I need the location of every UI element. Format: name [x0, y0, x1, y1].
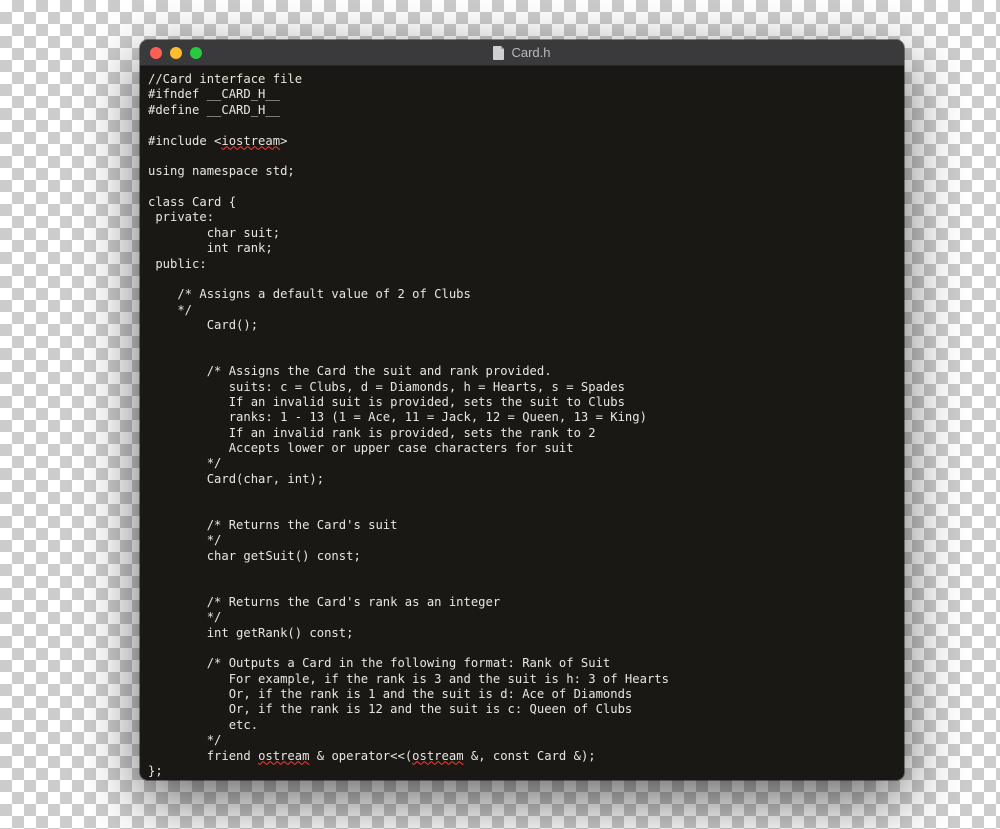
code-line: char getSuit() const;: [148, 549, 361, 563]
code-line: /* Returns the Card's rank as an integer: [148, 595, 500, 609]
code-line: using namespace std;: [148, 164, 295, 178]
zoom-button[interactable]: [190, 47, 202, 59]
code-line: If an invalid rank is provided, sets the…: [148, 426, 596, 440]
code-line: */: [148, 533, 221, 547]
code-line: Accepts lower or upper case characters f…: [148, 441, 574, 455]
code-line: */: [148, 610, 221, 624]
code-line: For example, if the rank is 3 and the su…: [148, 672, 669, 686]
code-line: char suit;: [148, 226, 280, 240]
window-title-wrap: Card.h: [140, 45, 904, 60]
code-line: etc.: [148, 718, 258, 732]
code-line: */: [148, 456, 221, 470]
code-line: Or, if the rank is 12 and the suit is c:…: [148, 702, 632, 716]
code-line: */: [148, 733, 221, 747]
code-line: suits: c = Clubs, d = Diamonds, h = Hear…: [148, 380, 625, 394]
titlebar[interactable]: Card.h: [140, 40, 904, 66]
code-line: friend ostream & operator<<(ostream &, c…: [148, 749, 596, 763]
code-line: #ifndef __CARD_H__: [148, 87, 280, 101]
code-line: Card(char, int);: [148, 472, 324, 486]
code-line: /* Assigns a default value of 2 of Clubs: [148, 287, 471, 301]
file-icon: [493, 46, 505, 60]
close-button[interactable]: [150, 47, 162, 59]
code-line: private:: [148, 210, 214, 224]
code-line: /* Returns the Card's suit: [148, 518, 397, 532]
code-line: Card();: [148, 318, 258, 332]
code-line: #include <iostream>: [148, 134, 287, 148]
code-line: /* Outputs a Card in the following forma…: [148, 656, 610, 670]
code-line: //Card interface file: [148, 72, 302, 86]
editor-window: Card.h //Card interface file #ifndef __C…: [140, 40, 904, 780]
code-line: class Card {: [148, 195, 236, 209]
code-line: int getRank() const;: [148, 626, 353, 640]
text-editor[interactable]: //Card interface file #ifndef __CARD_H__…: [140, 66, 904, 780]
code-line: ranks: 1 - 13 (1 = Ace, 11 = Jack, 12 = …: [148, 410, 647, 424]
minimize-button[interactable]: [170, 47, 182, 59]
code-line: Or, if the rank is 1 and the suit is d: …: [148, 687, 632, 701]
code-line: */: [148, 303, 192, 317]
code-line: };: [148, 764, 163, 778]
code-line: int rank;: [148, 241, 273, 255]
code-line: #define __CARD_H__: [148, 103, 280, 117]
code-line: If an invalid suit is provided, sets the…: [148, 395, 625, 409]
code-line: public:: [148, 257, 207, 271]
window-title: Card.h: [511, 45, 550, 60]
code-line: /* Assigns the Card the suit and rank pr…: [148, 364, 552, 378]
traffic-lights: [140, 47, 202, 59]
